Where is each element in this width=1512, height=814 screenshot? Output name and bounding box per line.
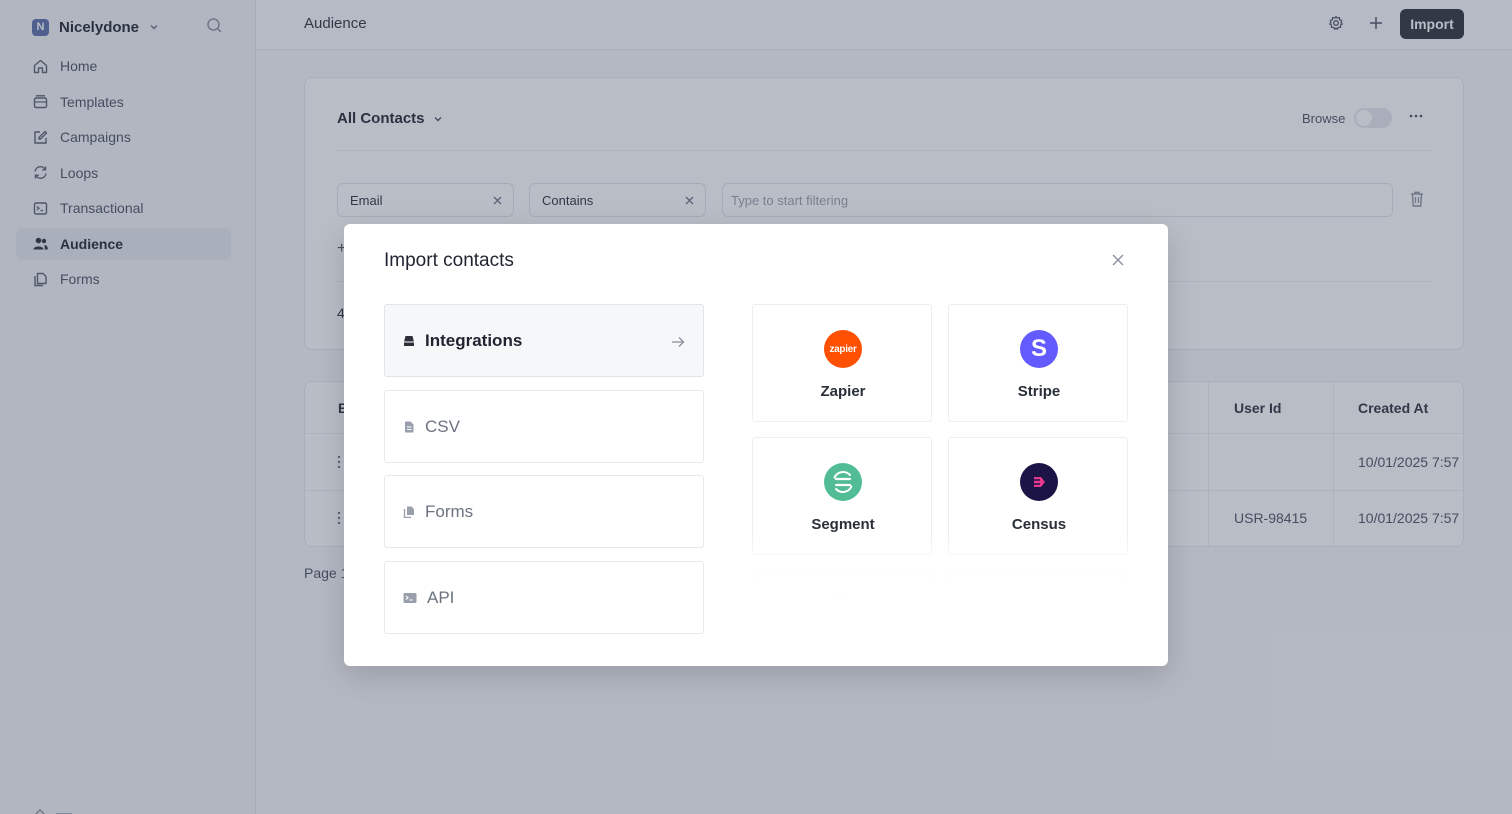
integration-tile-segment[interactable]: Segment — [752, 437, 932, 555]
option-label: Integrations — [425, 330, 523, 350]
integration-tile-zapier[interactable]: zapier Zapier — [752, 304, 932, 422]
census-mark-icon — [1032, 477, 1045, 487]
import-contacts-modal: Import contacts Integrations CSV Forms A… — [344, 224, 1168, 666]
import-option-integrations[interactable]: Integrations — [384, 304, 704, 377]
segment-mark-icon — [833, 471, 853, 493]
terminal-icon — [403, 592, 417, 603]
segment-logo-icon — [824, 463, 862, 501]
close-icon[interactable] — [1112, 254, 1124, 266]
integration-tile-framer[interactable] — [752, 571, 932, 600]
integration-tile-stripe[interactable]: S Stripe — [948, 304, 1128, 422]
framer-logo-icon — [824, 597, 862, 600]
option-label: CSV — [425, 416, 460, 436]
stripe-logo-text: S — [1030, 335, 1047, 362]
import-option-api[interactable]: API — [384, 561, 704, 634]
zapier-logo-text: zapier — [829, 343, 857, 355]
census-logo-icon — [1020, 463, 1058, 501]
integration-name: Segment — [811, 516, 875, 533]
option-label: Forms — [425, 501, 474, 521]
arrow-right-icon — [672, 337, 685, 347]
import-option-csv[interactable]: CSV — [384, 390, 704, 463]
modal-title: Import contacts — [384, 250, 514, 271]
option-label: API — [427, 587, 455, 607]
forms-icon — [403, 506, 414, 518]
integration-tile-b[interactable]: .b — [948, 571, 1128, 600]
database-icon — [404, 335, 414, 346]
zapier-logo-icon: zapier — [824, 330, 862, 368]
integration-name: Census — [1011, 516, 1067, 533]
integration-name: Stripe — [1017, 383, 1061, 400]
file-icon — [405, 421, 414, 432]
import-option-forms[interactable]: Forms — [384, 475, 704, 548]
integration-tile-census[interactable]: Census — [948, 437, 1128, 555]
integrations-grid: zapier Zapier S Stripe Segment Census — [752, 304, 1128, 600]
stripe-logo-icon: S — [1020, 330, 1058, 368]
integration-name: Zapier — [820, 383, 866, 400]
b-logo-icon: .b — [1020, 597, 1058, 600]
